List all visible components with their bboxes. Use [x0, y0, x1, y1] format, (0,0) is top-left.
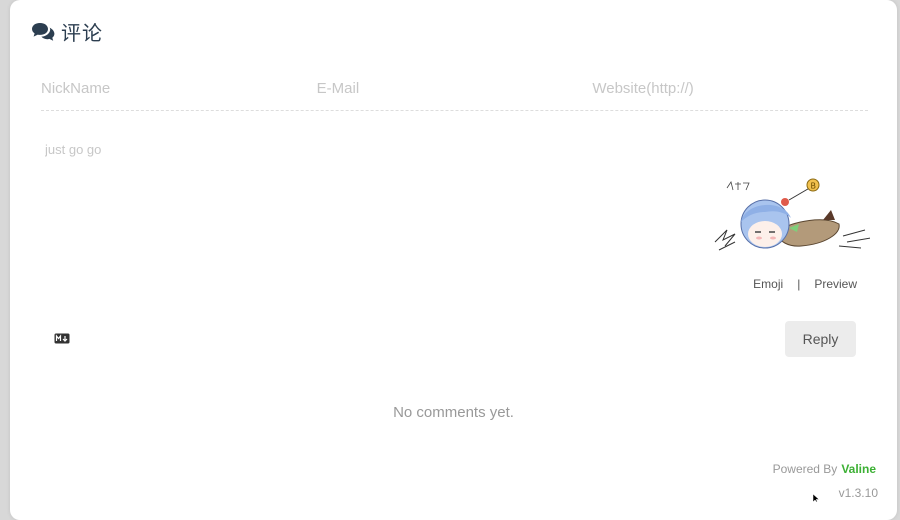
comment-panel: 评论 B Emoji | Previe — [10, 0, 897, 520]
editor-tools: Emoji | Preview — [753, 277, 857, 291]
version-label: v1.3.10 — [838, 486, 878, 500]
nickname-input[interactable] — [41, 70, 307, 106]
markdown-icon[interactable] — [54, 333, 70, 344]
powered-by: Powered By Valine — [773, 462, 876, 476]
comments-icon — [31, 22, 55, 42]
reply-button[interactable]: Reply — [785, 321, 856, 357]
page-title: 评论 — [61, 21, 103, 45]
email-input[interactable] — [316, 70, 583, 106]
valine-link[interactable]: Valine — [841, 462, 876, 476]
tools-separator: | — [797, 277, 801, 291]
website-input[interactable] — [592, 70, 859, 106]
svg-text:B: B — [811, 182, 817, 191]
powered-by-label: Powered By — [772, 462, 838, 476]
preview-toggle[interactable]: Preview — [814, 277, 857, 291]
author-fields — [41, 70, 868, 111]
empty-comments-message: No comments yet. — [393, 404, 514, 421]
emoji-toggle[interactable]: Emoji — [753, 277, 783, 291]
mouse-cursor-icon — [813, 494, 820, 502]
mascot-illustration: B — [714, 178, 870, 251]
comments-header: 评论 — [31, 17, 103, 46]
